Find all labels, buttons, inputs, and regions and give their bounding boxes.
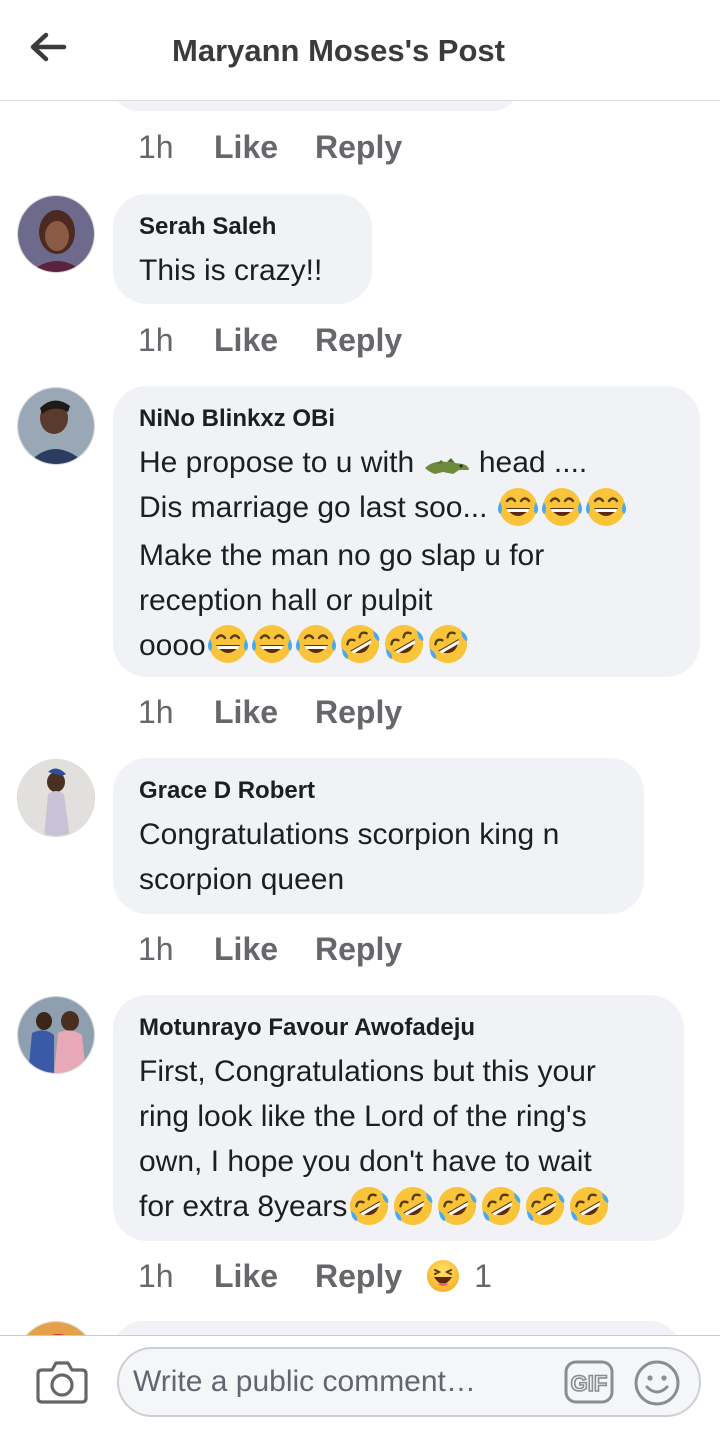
emoji-group (496, 486, 628, 533)
comment-composer: Write a public comment… GIF (0, 1335, 720, 1430)
avatar[interactable] (17, 759, 95, 837)
camera-icon[interactable] (36, 1358, 88, 1404)
comment-text-line: reception hall or pulpit (139, 583, 433, 617)
rofl-emoji-icon (384, 625, 424, 664)
rofl-emoji-icon (350, 1186, 389, 1225)
comment-text: He propose to u with head .... Dis marri… (139, 440, 674, 670)
comment-text-line: head .... (478, 446, 588, 479)
comment-time: 1h (138, 930, 174, 967)
haha-reaction-icon (427, 1260, 460, 1292)
comment-time: 1h (138, 128, 174, 165)
rofl-emoji-icon (570, 1186, 609, 1225)
comment-author[interactable]: NiNo Blinkxz OBi (139, 404, 674, 434)
reply-button[interactable]: Reply (315, 694, 402, 731)
comment-bubble: Serah Saleh This is crazy!! (113, 194, 372, 304)
rofl-emoji-icon (394, 1186, 433, 1225)
emoji-group (206, 623, 470, 670)
tears-of-joy-emoji-icon (207, 625, 248, 664)
comment-input-placeholder: Write a public comment… (133, 1365, 476, 1398)
comment-text-line: He propose to u with (139, 446, 415, 479)
tears-of-joy-emoji-icon (295, 625, 336, 664)
comment-text: This is crazy!! (139, 254, 323, 287)
comment-text-line: Dis marriage go last soo... (139, 491, 488, 524)
comment-author[interactable]: Motunrayo Favour Awofadeju (139, 1013, 658, 1043)
reply-button[interactable]: Reply (315, 322, 402, 359)
comment-text-line: for extra 8years (139, 1190, 348, 1223)
smiley-icon[interactable] (633, 1359, 681, 1407)
page-title: Maryann Moses's Post (172, 33, 505, 68)
reply-button[interactable]: Reply (315, 931, 402, 968)
comment-author[interactable]: Grace D Robert (139, 776, 618, 806)
comment-time: 1h (138, 321, 174, 358)
comment-text: Congratulations scorpion king n scorpion… (139, 812, 618, 902)
comment-text-line: Make the man no go slap u for (139, 538, 545, 572)
like-button[interactable]: Like (214, 931, 315, 968)
reply-button[interactable]: Reply (315, 129, 402, 166)
reaction-count: 1 (474, 1257, 492, 1294)
comment-bubble (113, 101, 518, 111)
comment-text-line: scorpion queen (139, 863, 345, 896)
rofl-emoji-icon (526, 1186, 565, 1225)
comment-text: First, Congratulations but this your rin… (139, 1049, 658, 1232)
emoji-group (347, 1185, 611, 1232)
like-button[interactable]: Like (214, 1258, 315, 1295)
rofl-emoji-icon (340, 625, 380, 664)
avatar[interactable] (17, 996, 95, 1074)
avatar[interactable] (17, 387, 95, 465)
gif-label: GIF (571, 1371, 608, 1396)
comment-author[interactable]: Serah Saleh (139, 212, 346, 242)
like-button[interactable]: Like (214, 129, 315, 166)
comment-time: 1h (138, 1257, 174, 1294)
comment-actions: 1h Like Reply (138, 127, 402, 167)
gif-icon[interactable]: GIF (564, 1360, 614, 1404)
avatar[interactable] (17, 1321, 95, 1335)
avatar[interactable] (17, 195, 95, 273)
crocodile-emoji-icon (424, 458, 469, 474)
top-bar: Maryann Moses's Post (0, 0, 720, 101)
comment-actions: 1h Like Reply (138, 929, 402, 969)
reaction-summary[interactable]: 1 (426, 1258, 492, 1295)
comment-bubble: NiNo Blinkxz OBi He propose to u with he… (113, 386, 700, 677)
comment-text-line: oooo (139, 628, 206, 662)
comment-text-line: own, I hope you don't have to wait (139, 1145, 592, 1178)
arrow-left-icon[interactable] (28, 30, 68, 64)
comment-text-line: Congratulations scorpion king n (139, 818, 560, 851)
comment-time: 1h (138, 693, 174, 730)
tears-of-joy-emoji-icon (251, 625, 292, 664)
rofl-emoji-icon (482, 1186, 521, 1225)
comment-actions: 1h Like Reply (138, 692, 402, 732)
reply-button[interactable]: Reply (315, 1258, 402, 1295)
like-button[interactable]: Like (214, 694, 315, 731)
like-button[interactable]: Like (214, 322, 315, 359)
rofl-emoji-icon (438, 1186, 477, 1225)
comment-bubble: Motunrayo Favour Awofadeju First, Congra… (113, 995, 684, 1241)
comment-actions: 1h Like Reply (138, 320, 402, 360)
comment-bubble: Grace D Robert Congratulations scorpion … (113, 758, 644, 914)
comment-list[interactable]: 1h Like Reply Serah Saleh This is crazy!… (0, 101, 720, 1335)
comment-text-line: ring look like the Lord of the ring's (139, 1100, 587, 1133)
comment-input[interactable]: Write a public comment… GIF (117, 1347, 701, 1417)
comment-bubble (113, 1321, 680, 1335)
comment-actions: 1h Like Reply 1 (138, 1256, 492, 1296)
tears-of-joy-emoji-icon (497, 487, 538, 526)
tears-of-joy-emoji-icon (585, 487, 626, 526)
comment-text-line: First, Congratulations but this your (139, 1055, 596, 1088)
rofl-emoji-icon (428, 625, 468, 664)
tears-of-joy-emoji-icon (541, 487, 582, 526)
